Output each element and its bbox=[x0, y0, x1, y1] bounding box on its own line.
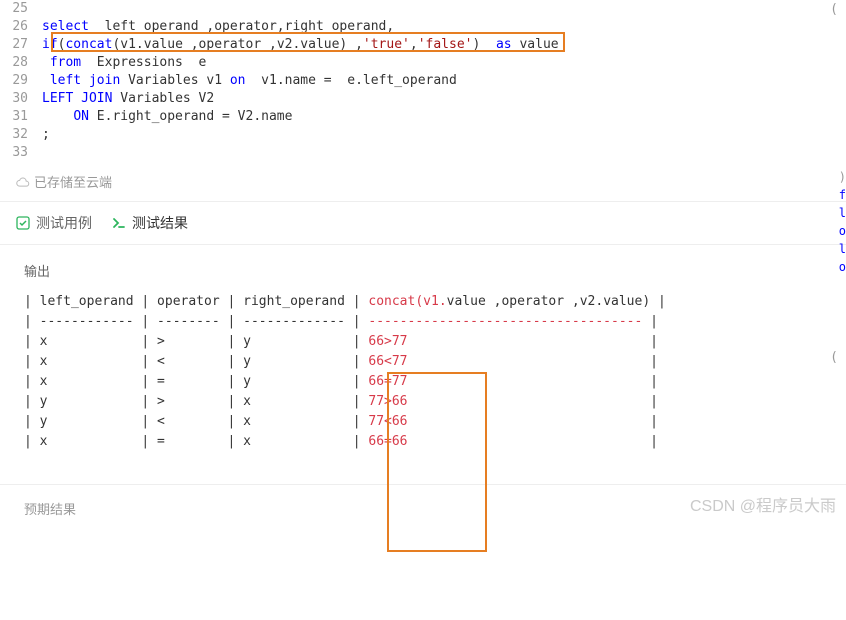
side-hint: o bbox=[839, 224, 846, 242]
code-content: LEFT JOIN Variables V2 bbox=[42, 90, 846, 108]
cloud-status: 已存储至云端 bbox=[0, 162, 846, 201]
code-content: ON E.right_operand = V2.name bbox=[42, 108, 846, 126]
code-content: select left_operand ,operator,right_oper… bbox=[42, 18, 846, 36]
line-number: 31 bbox=[0, 108, 42, 126]
side-hint-paren: ( bbox=[830, 2, 838, 17]
terminal-icon bbox=[112, 216, 126, 230]
line-number: 25 bbox=[0, 0, 42, 18]
tab-result[interactable]: 测试结果 bbox=[112, 213, 188, 233]
code-line[interactable]: 31 ON E.right_operand = V2.name bbox=[0, 108, 846, 126]
code-content: from Expressions e bbox=[42, 54, 846, 72]
code-line[interactable]: 33 bbox=[0, 144, 846, 162]
line-number: 27 bbox=[0, 36, 42, 54]
tabs-bar: 测试用例 测试结果 bbox=[0, 201, 846, 245]
expected-label: 预期结果 bbox=[0, 484, 846, 524]
side-hint: o bbox=[839, 260, 846, 278]
tab-testcase[interactable]: 测试用例 bbox=[16, 213, 92, 233]
side-hint-result: ( bbox=[830, 350, 838, 365]
code-line[interactable]: 32; bbox=[0, 126, 846, 144]
side-hints-bottom: ) f l o l o bbox=[839, 170, 846, 278]
code-line[interactable]: 29 left join Variables v1 on v1.name = e… bbox=[0, 72, 846, 90]
code-line[interactable]: 30LEFT JOIN Variables V2 bbox=[0, 90, 846, 108]
cloud-status-text: 已存储至云端 bbox=[34, 172, 112, 191]
tab-testcase-label: 测试用例 bbox=[36, 213, 92, 233]
code-content bbox=[42, 144, 846, 162]
code-line[interactable]: 26select left_operand ,operator,right_op… bbox=[0, 18, 846, 36]
side-hint: l bbox=[839, 206, 846, 224]
tab-result-label: 测试结果 bbox=[132, 213, 188, 233]
checklist-icon bbox=[16, 216, 30, 230]
results-panel: ( 输出 | left_operand | operator | right_o… bbox=[0, 245, 846, 468]
line-number: 26 bbox=[0, 18, 42, 36]
output-label: 输出 bbox=[24, 261, 822, 280]
code-editor[interactable]: ( ) f l o l o 2526select left_operand ,o… bbox=[0, 0, 846, 162]
cloud-icon bbox=[16, 177, 30, 187]
side-hint: l bbox=[839, 242, 846, 260]
code-line[interactable]: 25 bbox=[0, 0, 846, 18]
line-number: 29 bbox=[0, 72, 42, 90]
code-content bbox=[42, 0, 846, 18]
code-content: if(concat(v1.value ,operator ,v2.value) … bbox=[42, 36, 846, 54]
code-line[interactable]: 28 from Expressions e bbox=[0, 54, 846, 72]
side-hint: f bbox=[839, 188, 846, 206]
line-number: 33 bbox=[0, 144, 42, 162]
output-table: | left_operand | operator | right_operan… bbox=[24, 292, 822, 452]
line-number: 32 bbox=[0, 126, 42, 144]
code-line[interactable]: 27if(concat(v1.value ,operator ,v2.value… bbox=[0, 36, 846, 54]
code-content: left join Variables v1 on v1.name = e.le… bbox=[42, 72, 846, 90]
side-hint: ) bbox=[839, 170, 846, 188]
line-number: 30 bbox=[0, 90, 42, 108]
code-content: ; bbox=[42, 126, 846, 144]
line-number: 28 bbox=[0, 54, 42, 72]
